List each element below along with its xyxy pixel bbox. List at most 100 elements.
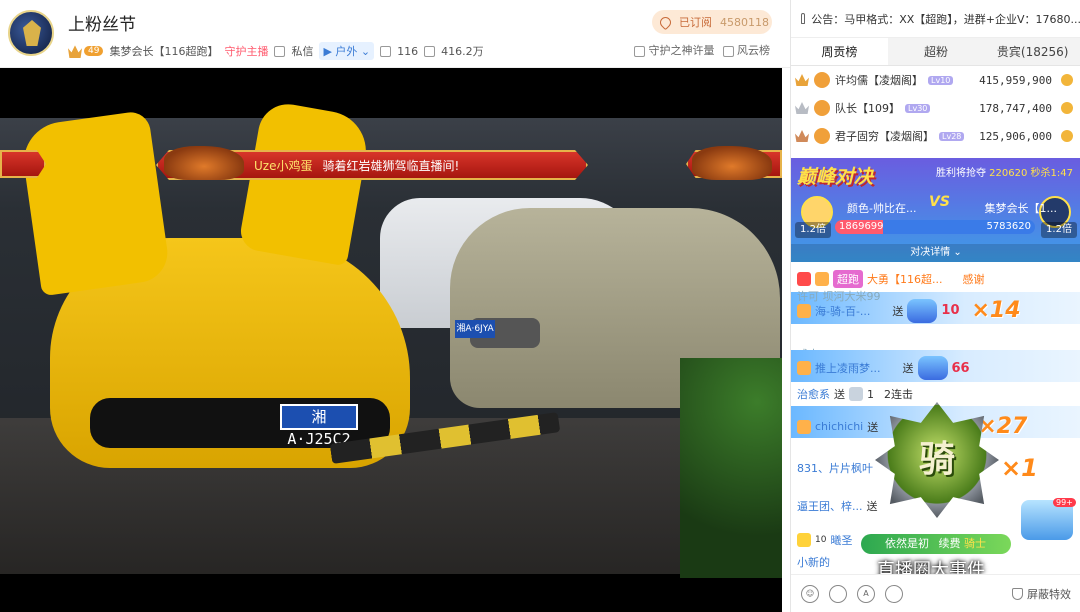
gift-icon: [849, 387, 863, 401]
send-label: 送: [867, 420, 879, 434]
level-number: 10: [815, 535, 827, 545]
gift-icon: [917, 356, 948, 380]
rank-row[interactable]: 队长【109】 Lv30 178,747,400: [791, 94, 1080, 122]
shield-icon: [1012, 587, 1023, 600]
message-link[interactable]: 私信: [291, 43, 313, 59]
category-label: 户外: [335, 45, 358, 58]
chat-username[interactable]: 小新的: [797, 554, 830, 570]
shield-effects-label: 屏蔽特效: [1027, 587, 1071, 601]
level-icon: [797, 533, 811, 547]
rank-tabs: 周贡榜 超粉 贵宾(18256): [791, 38, 1080, 66]
color-text-icon[interactable]: A: [857, 584, 875, 603]
avatar: [797, 419, 811, 434]
badge-combo: ×1: [1001, 454, 1038, 482]
shield-effects-toggle[interactable]: 屏蔽特效: [1012, 586, 1071, 602]
weekly-ranking: 许均儒【凌烟阁】 Lv10 415,959,900 队长【109】 Lv30 1…: [791, 66, 1080, 158]
gift-message: 海-骑-百-... 送 10 ×14: [797, 298, 1021, 323]
guard-host-link[interactable]: 守护主播: [224, 43, 268, 59]
pk-info: 胜利将抢夺 220620 秒杀1:47: [936, 164, 1073, 179]
sidebar: 公告：马甲格式：XX【超跑】，进群+企业V：17680... 周贡榜 超粉 贵宾…: [790, 0, 1080, 612]
wechat-icon: [851, 563, 871, 574]
subscribe-button[interactable]: 已订阅 4580118: [652, 10, 772, 34]
rank-name: 队长【109】: [835, 102, 900, 115]
message-icon[interactable]: [274, 45, 286, 57]
chat-username[interactable]: chichichi: [815, 420, 863, 433]
chat-username[interactable]: 831、片片枫叶: [797, 460, 873, 476]
chat-text: 感谢: [962, 273, 985, 286]
subscriber-count: 4580118: [720, 15, 769, 29]
chat-area[interactable]: 超跑 大勇【116超... 感谢 许可 坝河大米99 海-骑-百-... 送 1…: [791, 262, 1080, 574]
pk-info-value: 220620: [989, 168, 1028, 179]
viewer-count: 116: [397, 44, 419, 58]
send-label: 送: [902, 362, 914, 375]
banner-left: [0, 150, 46, 178]
fan-club-name[interactable]: 集梦会长【116超跑】: [109, 43, 218, 59]
avatar: [814, 128, 830, 144]
guard-legend-link[interactable]: 守护之神许量: [634, 42, 715, 58]
send-label: 送: [866, 500, 878, 513]
crown-icon: [795, 130, 809, 142]
watermark-text: 直播圈大事件: [877, 560, 985, 574]
renew-user: 依然是初: [885, 537, 929, 550]
banner-text: 骑着红岩雄狮驾临直播间!: [322, 158, 460, 173]
car-door-right: [237, 99, 373, 267]
pk-right-score: 5783620: [883, 220, 1035, 234]
chat-username[interactable]: 推上凌雨梦...: [815, 360, 881, 376]
fan-badge: 超跑: [833, 270, 863, 288]
crown-icon: [68, 45, 82, 58]
gift-message: 推上凌雨梦... 送 66: [797, 356, 970, 380]
tab-vip[interactable]: 贵宾(18256): [984, 38, 1080, 65]
emoji-icon[interactable]: ☺: [801, 584, 819, 603]
lion-icon: [692, 146, 772, 180]
streamer-level: 49: [68, 44, 104, 58]
car-door-left: [18, 109, 172, 297]
shield-icon: [634, 45, 645, 57]
pk-battle-panel[interactable]: 巅峰对决 胜利将抢夺 220620 秒杀1:47 颜色-帅比在... 集梦会长【…: [791, 158, 1080, 262]
avatar: [814, 72, 830, 88]
gift-combo: ×27: [978, 414, 1028, 439]
video-player[interactable]: 湘A·J25C2 湘A·6JYA Uze小鸡蛋 骑着红岩雄狮驾临直播间!: [0, 68, 782, 612]
pk-left-score: 1869699: [835, 220, 884, 234]
bell-icon: [801, 13, 806, 24]
popularity-count: 416.2万: [441, 45, 484, 58]
streamer-info-row: 49 集梦会长【116超跑】 守护主播 私信 ▶ 户外 ⌄ 116 416.2万: [68, 42, 484, 60]
leaderboard-link[interactable]: 风云榜: [722, 42, 770, 58]
streamer-avatar[interactable]: [8, 10, 54, 56]
send-label: 送: [892, 304, 904, 318]
chat-username[interactable]: 治愈系: [797, 386, 830, 402]
pk-right-name: 集梦会长【1...: [984, 202, 1058, 215]
chat-username[interactable]: 海-骑-百-...: [815, 303, 870, 319]
chat-username[interactable]: 大勇【116超...: [867, 271, 943, 287]
rank-value: 178,747,400: [979, 101, 1052, 115]
chat-username[interactable]: 曦圣: [830, 532, 852, 548]
rank-value: 125,906,000: [979, 129, 1052, 143]
chest-count-badge: 99+: [1053, 498, 1076, 507]
rank-name: 许均儒【凌烟阁】: [835, 74, 923, 87]
chat-username[interactable]: 逼王团、梓...: [797, 498, 863, 514]
pk-detail-link[interactable]: 对决详情 ⌄: [791, 244, 1080, 262]
leaderboard-label: 风云榜: [737, 44, 770, 57]
chat-toolbar: ☺ A 屏蔽特效: [791, 574, 1080, 612]
pk-left-multiplier: 1.2倍: [795, 222, 831, 238]
pk-vs: VS: [929, 194, 950, 210]
coin-icon: [1061, 74, 1073, 86]
entry-banner: Uze小鸡蛋 骑着红岩雄狮驾临直播间!: [0, 146, 782, 182]
gift-count: 10: [941, 303, 960, 318]
tab-superfans[interactable]: 超粉: [888, 38, 985, 65]
tab-weekly[interactable]: 周贡榜: [791, 38, 888, 65]
fan-badge-icon[interactable]: [829, 584, 847, 603]
pk-score-bar: 1869699 5783620: [835, 220, 1035, 234]
category-tag[interactable]: ▶ 户外 ⌄: [319, 42, 375, 60]
chat-message: 10 曦圣: [797, 532, 852, 548]
level-number: 49: [84, 46, 104, 56]
avatar: [815, 272, 829, 286]
rank-row[interactable]: 许均儒【凌烟阁】 Lv10 415,959,900: [791, 66, 1080, 94]
pk-timer: 秒杀1:47: [1030, 168, 1073, 179]
avatar: [797, 303, 811, 318]
rank-badge: Lv30: [905, 103, 931, 113]
rank-value: 415,959,900: [979, 73, 1052, 87]
announcement: 公告：马甲格式：XX【超跑】，进群+企业V：17680...: [791, 0, 1080, 38]
combo-label: 2连击: [884, 388, 913, 401]
gift-box-icon[interactable]: [885, 584, 903, 603]
rank-row[interactable]: 君子固穷【凌烟阁】 Lv28 125,906,000: [791, 122, 1080, 150]
